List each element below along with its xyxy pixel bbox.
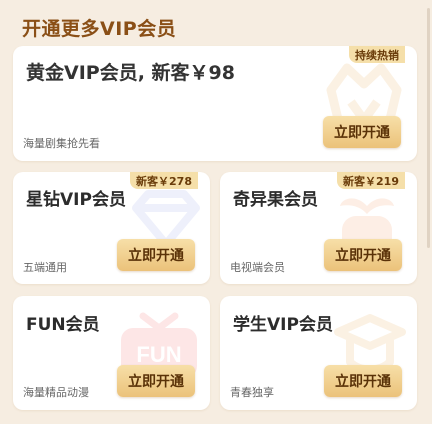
fun-vip-open-button[interactable]: 立即开通 [117, 365, 195, 397]
qiyiguo-vip-desc: 电视端会员 [230, 261, 285, 274]
star-diamond-price-tag: 新客￥278 [130, 172, 198, 189]
star-diamond-vip-desc: 五端通用 [23, 261, 67, 274]
qiyiguo-vip-title: 奇异果会员 [233, 190, 318, 210]
qiyiguo-vip-open-button[interactable]: 立即开通 [324, 239, 402, 271]
svg-text:FUN: FUN [136, 342, 181, 367]
qiyiguo-vip-card[interactable]: 新客￥219 奇异果会员 电视端会员 立即开通 [220, 172, 417, 284]
student-vip-card[interactable]: 学生VIP会员 青春独享 立即开通 [220, 296, 417, 410]
fun-vip-desc: 海量精品动漫 [23, 386, 89, 399]
gold-vip-card[interactable]: 持续热销 黄金VIP会员, 新客￥98 海量剧集抢先看 立即开通 [13, 46, 417, 161]
scrollbar[interactable] [427, 8, 430, 248]
student-vip-desc: 青春独享 [230, 386, 274, 399]
gold-vip-desc: 海量剧集抢先看 [23, 137, 100, 150]
gold-vip-open-button[interactable]: 立即开通 [323, 116, 401, 148]
student-vip-open-button[interactable]: 立即开通 [324, 365, 402, 397]
student-vip-title: 学生VIP会员 [233, 315, 333, 335]
fun-vip-card[interactable]: FUN会员 海量精品动漫 FUN 立即开通 [13, 296, 210, 410]
fun-vip-title: FUN会员 [26, 315, 100, 335]
section-title: 开通更多VIP会员 [22, 18, 177, 40]
star-diamond-vip-title: 星钻VIP会员 [26, 190, 126, 210]
star-diamond-vip-open-button[interactable]: 立即开通 [117, 239, 195, 271]
hot-sale-tag: 持续热销 [349, 46, 405, 63]
gold-vip-title: 黄金VIP会员, 新客￥98 [26, 62, 235, 84]
qiyiguo-price-tag: 新客￥219 [337, 172, 405, 189]
star-diamond-vip-card[interactable]: 新客￥278 星钻VIP会员 五端通用 立即开通 [13, 172, 210, 284]
